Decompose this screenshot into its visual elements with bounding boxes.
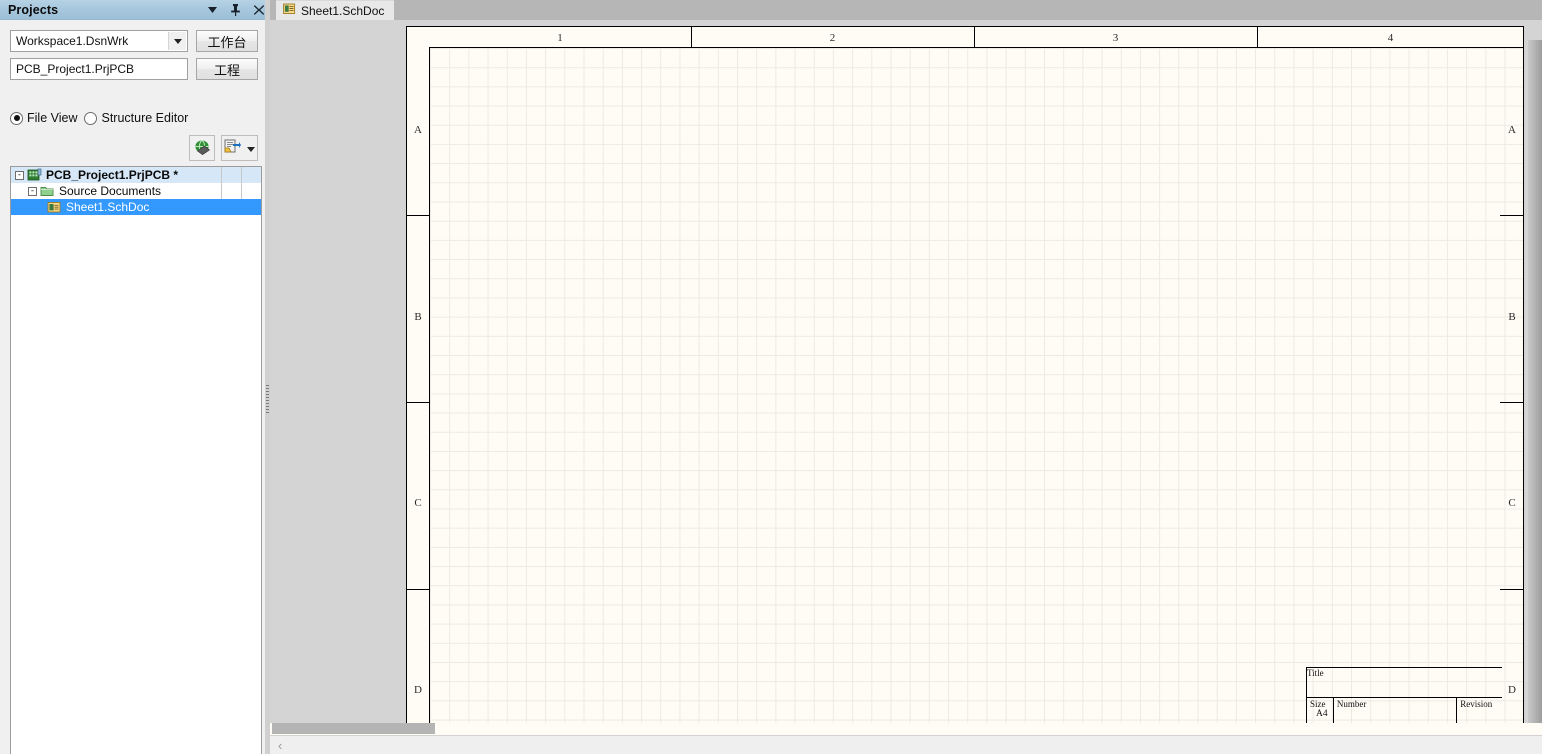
ruler-divider: [407, 402, 430, 403]
column-label-4: 4: [1387, 32, 1394, 44]
size-caption: Size: [1310, 699, 1326, 709]
panel-titlebar-buttons: [206, 0, 265, 20]
project-row: PCB_Project1.PrjPCB 工程: [10, 58, 258, 80]
open-document-button[interactable]: [221, 135, 258, 161]
title-block-size-row: Size A4 Number Revision: [1307, 698, 1502, 725]
document-tabstrip: Sheet1.SchDoc: [270, 0, 1542, 20]
globe-compile-icon: [194, 139, 211, 158]
document-area: Sheet1.SchDoc 1 2 3 4 A B C D A B C D Ti…: [270, 0, 1542, 754]
schematic-canvas[interactable]: 1 2 3 4 A B C D A B C D Title Size A4 Nu…: [270, 20, 1542, 754]
radio-file-view[interactable]: File View: [10, 111, 77, 125]
close-icon[interactable]: [252, 4, 265, 17]
size-cell: Size A4: [1307, 698, 1334, 724]
title-block-title-row: Title: [1307, 668, 1502, 698]
row-label-B-right: B: [1508, 311, 1516, 323]
tree-grid-cells: [221, 167, 261, 183]
application-window: Projects Workspace1.DsnWrk 工作台 PCB_Proje…: [0, 0, 1542, 754]
globe-compile-button[interactable]: [189, 135, 215, 161]
revision-cell: Revision: [1457, 698, 1502, 724]
ruler-divider: [1500, 589, 1523, 590]
column-label-2: 2: [829, 32, 836, 44]
ruler-divider: [407, 215, 430, 216]
project-icon: [27, 168, 42, 182]
size-value: A4: [1316, 709, 1328, 719]
row-label-B: B: [414, 311, 422, 323]
row-label-C-right: C: [1508, 497, 1516, 509]
row-label-A: A: [414, 124, 422, 136]
ruler-divider: [407, 589, 430, 590]
workspace-button[interactable]: 工作台: [196, 30, 258, 52]
horizontal-scrollbar-thumb[interactable]: [272, 723, 435, 734]
tab-sheet1-schdoc-label: Sheet1.SchDoc: [301, 3, 385, 18]
tree-item-project[interactable]: - PCB_Project1.PrjPCB *: [11, 167, 261, 183]
sheet-frame-border: [429, 47, 1523, 741]
radio-structure-editor-label: Structure Editor: [101, 111, 189, 125]
open-document-icon: [224, 139, 241, 158]
row-label-A-right: A: [1508, 124, 1516, 136]
project-textbox-value: PCB_Project1.PrjPCB: [16, 62, 135, 76]
vertical-scrollbar-thumb[interactable]: [1528, 40, 1542, 754]
expander-icon[interactable]: -: [28, 186, 37, 196]
splitter-grip[interactable]: [266, 385, 269, 415]
dropdown-icon[interactable]: [206, 4, 219, 17]
status-bar: ‹: [270, 735, 1542, 754]
radio-structure-editor[interactable]: Structure Editor: [84, 111, 188, 125]
row-label-C: C: [414, 497, 422, 509]
ruler-divider: [1500, 402, 1523, 403]
chevron-down-icon[interactable]: [247, 141, 255, 155]
tree-item-source-documents-label: Source Documents: [59, 184, 162, 198]
tree-item-sheet1-label: Sheet1.SchDoc: [66, 200, 150, 214]
pin-icon[interactable]: [229, 4, 242, 17]
row-label-D: D: [414, 684, 422, 696]
project-textbox[interactable]: PCB_Project1.PrjPCB: [10, 58, 188, 80]
tree-item-sheet1[interactable]: Sheet1.SchDoc: [11, 199, 261, 215]
project-button[interactable]: 工程: [196, 58, 258, 80]
workspace-row: Workspace1.DsnWrk 工作台: [10, 30, 258, 52]
row-label-D-right: D: [1508, 684, 1516, 696]
expander-icon[interactable]: -: [15, 170, 24, 180]
panel-title: Projects: [8, 2, 59, 17]
projects-toolbar: [189, 135, 258, 161]
title-caption: Title: [1307, 668, 1324, 678]
vertical-scrollbar[interactable]: [1528, 40, 1542, 754]
ruler-divider: [691, 27, 692, 48]
ruler-divider: [974, 27, 975, 48]
radio-file-view-dot: [10, 111, 23, 125]
ruler-divider: [1257, 27, 1258, 48]
radio-file-view-label: File View: [27, 111, 78, 125]
tree-item-source-documents[interactable]: - Source Documents: [11, 183, 261, 199]
revision-caption: Revision: [1460, 699, 1493, 709]
projects-panel-titlebar: Projects: [0, 0, 269, 20]
tree-item-project-label: PCB_Project1.PrjPCB *: [46, 168, 179, 182]
radio-structure-editor-dot: [84, 111, 98, 125]
column-label-1: 1: [557, 32, 563, 44]
tab-sheet1-schdoc[interactable]: Sheet1.SchDoc: [276, 0, 395, 20]
number-caption: Number: [1336, 699, 1367, 709]
schematic-sheet[interactable]: 1 2 3 4 A B C D A B C D Title Size A4 Nu…: [406, 26, 1524, 742]
schdoc-icon: [283, 3, 296, 18]
projects-panel: Projects Workspace1.DsnWrk 工作台 PCB_Proje…: [0, 0, 270, 754]
horizontal-scrollbar[interactable]: [270, 723, 1542, 735]
schdoc-icon: [47, 200, 62, 214]
view-mode-radio-group: File View Structure Editor: [10, 111, 188, 125]
project-tree[interactable]: - PCB_Project1.PrjPCB * - Source Documen…: [10, 166, 262, 754]
folder-icon: [40, 184, 55, 198]
column-label-3: 3: [1112, 32, 1119, 44]
workspace-combo-value: Workspace1.DsnWrk: [16, 34, 129, 48]
tree-grid-cells: [221, 183, 261, 199]
number-cell: Number: [1334, 698, 1458, 724]
chevron-down-icon[interactable]: [168, 32, 186, 50]
projects-panel-body: Workspace1.DsnWrk 工作台 PCB_Project1.PrjPC…: [0, 20, 269, 754]
ruler-divider: [1500, 215, 1523, 216]
back-arrow-icon[interactable]: ‹: [278, 738, 282, 753]
workspace-combo[interactable]: Workspace1.DsnWrk: [10, 30, 188, 52]
